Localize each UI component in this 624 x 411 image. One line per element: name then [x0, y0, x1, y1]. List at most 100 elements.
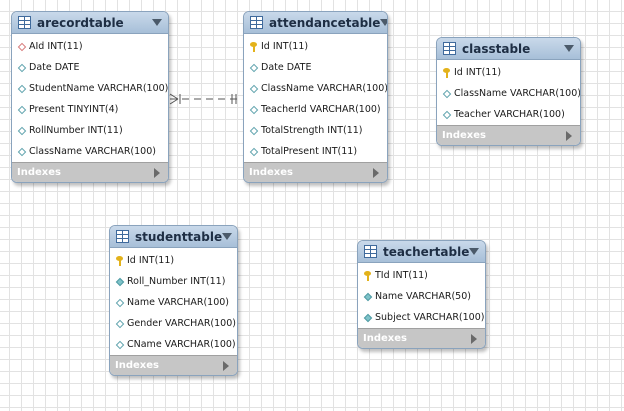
- not-null-column-icon: [363, 313, 372, 322]
- column-row[interactable]: ClassName VARCHAR(100): [12, 141, 168, 162]
- column-definition: Date DATE: [29, 62, 80, 73]
- column-row[interactable]: Date DATE: [244, 57, 387, 78]
- table-header[interactable]: classtable: [437, 38, 580, 60]
- column-definition: Id INT(11): [454, 67, 502, 78]
- chevron-down-icon[interactable]: [469, 248, 480, 255]
- column-row[interactable]: Id INT(11): [244, 36, 387, 57]
- column-icon: [17, 63, 26, 72]
- expand-arrow-icon[interactable]: [566, 130, 572, 141]
- column-definition: Name VARCHAR(100): [127, 297, 229, 308]
- chevron-down-icon[interactable]: [564, 45, 574, 52]
- column-row[interactable]: Date DATE: [12, 57, 168, 78]
- column-definition: ClassName VARCHAR(100): [29, 146, 156, 157]
- indexes-section[interactable]: Indexes: [110, 355, 237, 375]
- column-row[interactable]: Name VARCHAR(50): [358, 286, 485, 307]
- column-icon: [249, 126, 258, 135]
- primary-key-icon: [115, 255, 124, 266]
- table-name: attendancetable: [269, 15, 381, 30]
- column-icon: [249, 105, 258, 114]
- chevron-down-icon[interactable]: [152, 19, 162, 26]
- column-definition: CName VARCHAR(100): [127, 339, 236, 350]
- indexes-section[interactable]: Indexes: [12, 162, 168, 182]
- not-null-column-icon: [115, 277, 124, 286]
- expand-arrow-icon[interactable]: [471, 333, 477, 344]
- column-icon: [249, 147, 258, 156]
- table-attendancetable[interactable]: attendancetable Id INT(11) Date DATE Cla…: [243, 11, 388, 183]
- column-row[interactable]: TId INT(11): [358, 265, 485, 286]
- indexes-section[interactable]: Indexes: [358, 328, 485, 348]
- column-icon: [17, 147, 26, 156]
- indexes-label: Indexes: [249, 167, 293, 178]
- column-row[interactable]: Id INT(11): [110, 250, 237, 271]
- primary-key-icon: [442, 67, 451, 78]
- column-icon: [249, 63, 258, 72]
- chevron-down-icon[interactable]: [380, 19, 387, 26]
- column-row[interactable]: StudentName VARCHAR(100): [12, 78, 168, 99]
- column-definition: Present TINYINT(4): [29, 104, 119, 115]
- chevron-down-icon[interactable]: [222, 233, 233, 240]
- table-icon: [364, 245, 377, 258]
- primary-key-icon: [249, 41, 258, 52]
- column-definition: TotalPresent INT(11): [261, 146, 358, 157]
- column-icon: [249, 84, 258, 93]
- indexes-label: Indexes: [115, 360, 159, 371]
- column-definition: Date DATE: [261, 62, 312, 73]
- column-definition: AId INT(11): [29, 41, 83, 52]
- table-icon: [116, 230, 129, 243]
- column-definition: RollNumber INT(11): [29, 125, 123, 136]
- column-row[interactable]: Subject VARCHAR(100): [358, 307, 485, 328]
- expand-arrow-icon[interactable]: [154, 167, 160, 178]
- column-icon: [115, 319, 124, 328]
- indexes-section[interactable]: Indexes: [437, 125, 580, 145]
- crows-foot-lower: [169, 98, 179, 105]
- indexes-section[interactable]: Indexes: [244, 162, 387, 182]
- table-header[interactable]: teachertable: [358, 241, 485, 263]
- table-header[interactable]: studenttable: [110, 226, 237, 248]
- table-icon: [443, 42, 456, 55]
- table-icon: [18, 16, 31, 29]
- column-row[interactable]: TotalStrength INT(11): [244, 120, 387, 141]
- table-name: arecordtable: [37, 15, 124, 30]
- column-row[interactable]: TotalPresent INT(11): [244, 141, 387, 162]
- column-row[interactable]: Name VARCHAR(100): [110, 292, 237, 313]
- table-name: studenttable: [135, 229, 223, 244]
- primary-key-icon: [363, 270, 372, 281]
- column-definition: TId INT(11): [375, 270, 428, 281]
- column-row[interactable]: Roll_Number INT(11): [110, 271, 237, 292]
- column-definition: Id INT(11): [261, 41, 309, 52]
- table-classtable[interactable]: classtable Id INT(11) ClassName VARCHAR(…: [436, 37, 581, 146]
- column-row[interactable]: Gender VARCHAR(100): [110, 313, 237, 334]
- column-row[interactable]: Present TINYINT(4): [12, 99, 168, 120]
- column-row[interactable]: TeacherId VARCHAR(100): [244, 99, 387, 120]
- not-null-column-icon: [363, 292, 372, 301]
- table-header[interactable]: attendancetable: [244, 12, 387, 34]
- column-definition: Roll_Number INT(11): [127, 276, 226, 287]
- column-row[interactable]: Teacher VARCHAR(100): [437, 104, 580, 125]
- column-definition: ClassName VARCHAR(100): [454, 88, 581, 99]
- column-icon: [442, 110, 451, 119]
- indexes-label: Indexes: [442, 130, 486, 141]
- column-icon: [442, 89, 451, 98]
- table-arecordtable[interactable]: arecordtable AId INT(11) Date DATE Stude…: [11, 11, 169, 183]
- column-row[interactable]: CName VARCHAR(100): [110, 334, 237, 355]
- table-header[interactable]: arecordtable: [12, 12, 168, 34]
- column-row[interactable]: Id INT(11): [437, 62, 580, 83]
- column-row[interactable]: RollNumber INT(11): [12, 120, 168, 141]
- expand-arrow-icon[interactable]: [223, 360, 229, 371]
- column-definition: Id INT(11): [127, 255, 175, 266]
- indexes-label: Indexes: [17, 167, 61, 178]
- crows-foot-upper: [169, 93, 179, 100]
- column-definition: Teacher VARCHAR(100): [454, 109, 565, 120]
- table-studenttable[interactable]: studenttable Id INT(11) Roll_Number INT(…: [109, 225, 238, 376]
- expand-arrow-icon[interactable]: [373, 167, 379, 178]
- nullable-column-icon: [17, 42, 26, 51]
- column-definition: Gender VARCHAR(100): [127, 318, 236, 329]
- column-icon: [115, 340, 124, 349]
- column-row[interactable]: AId INT(11): [12, 36, 168, 57]
- column-icon: [17, 84, 26, 93]
- column-definition: TeacherId VARCHAR(100): [261, 104, 381, 115]
- table-teachertable[interactable]: teachertable TId INT(11) Name VARCHAR(50…: [357, 240, 486, 349]
- table-name: teachertable: [383, 244, 470, 259]
- column-row[interactable]: ClassName VARCHAR(100): [437, 83, 580, 104]
- column-row[interactable]: ClassName VARCHAR(100): [244, 78, 387, 99]
